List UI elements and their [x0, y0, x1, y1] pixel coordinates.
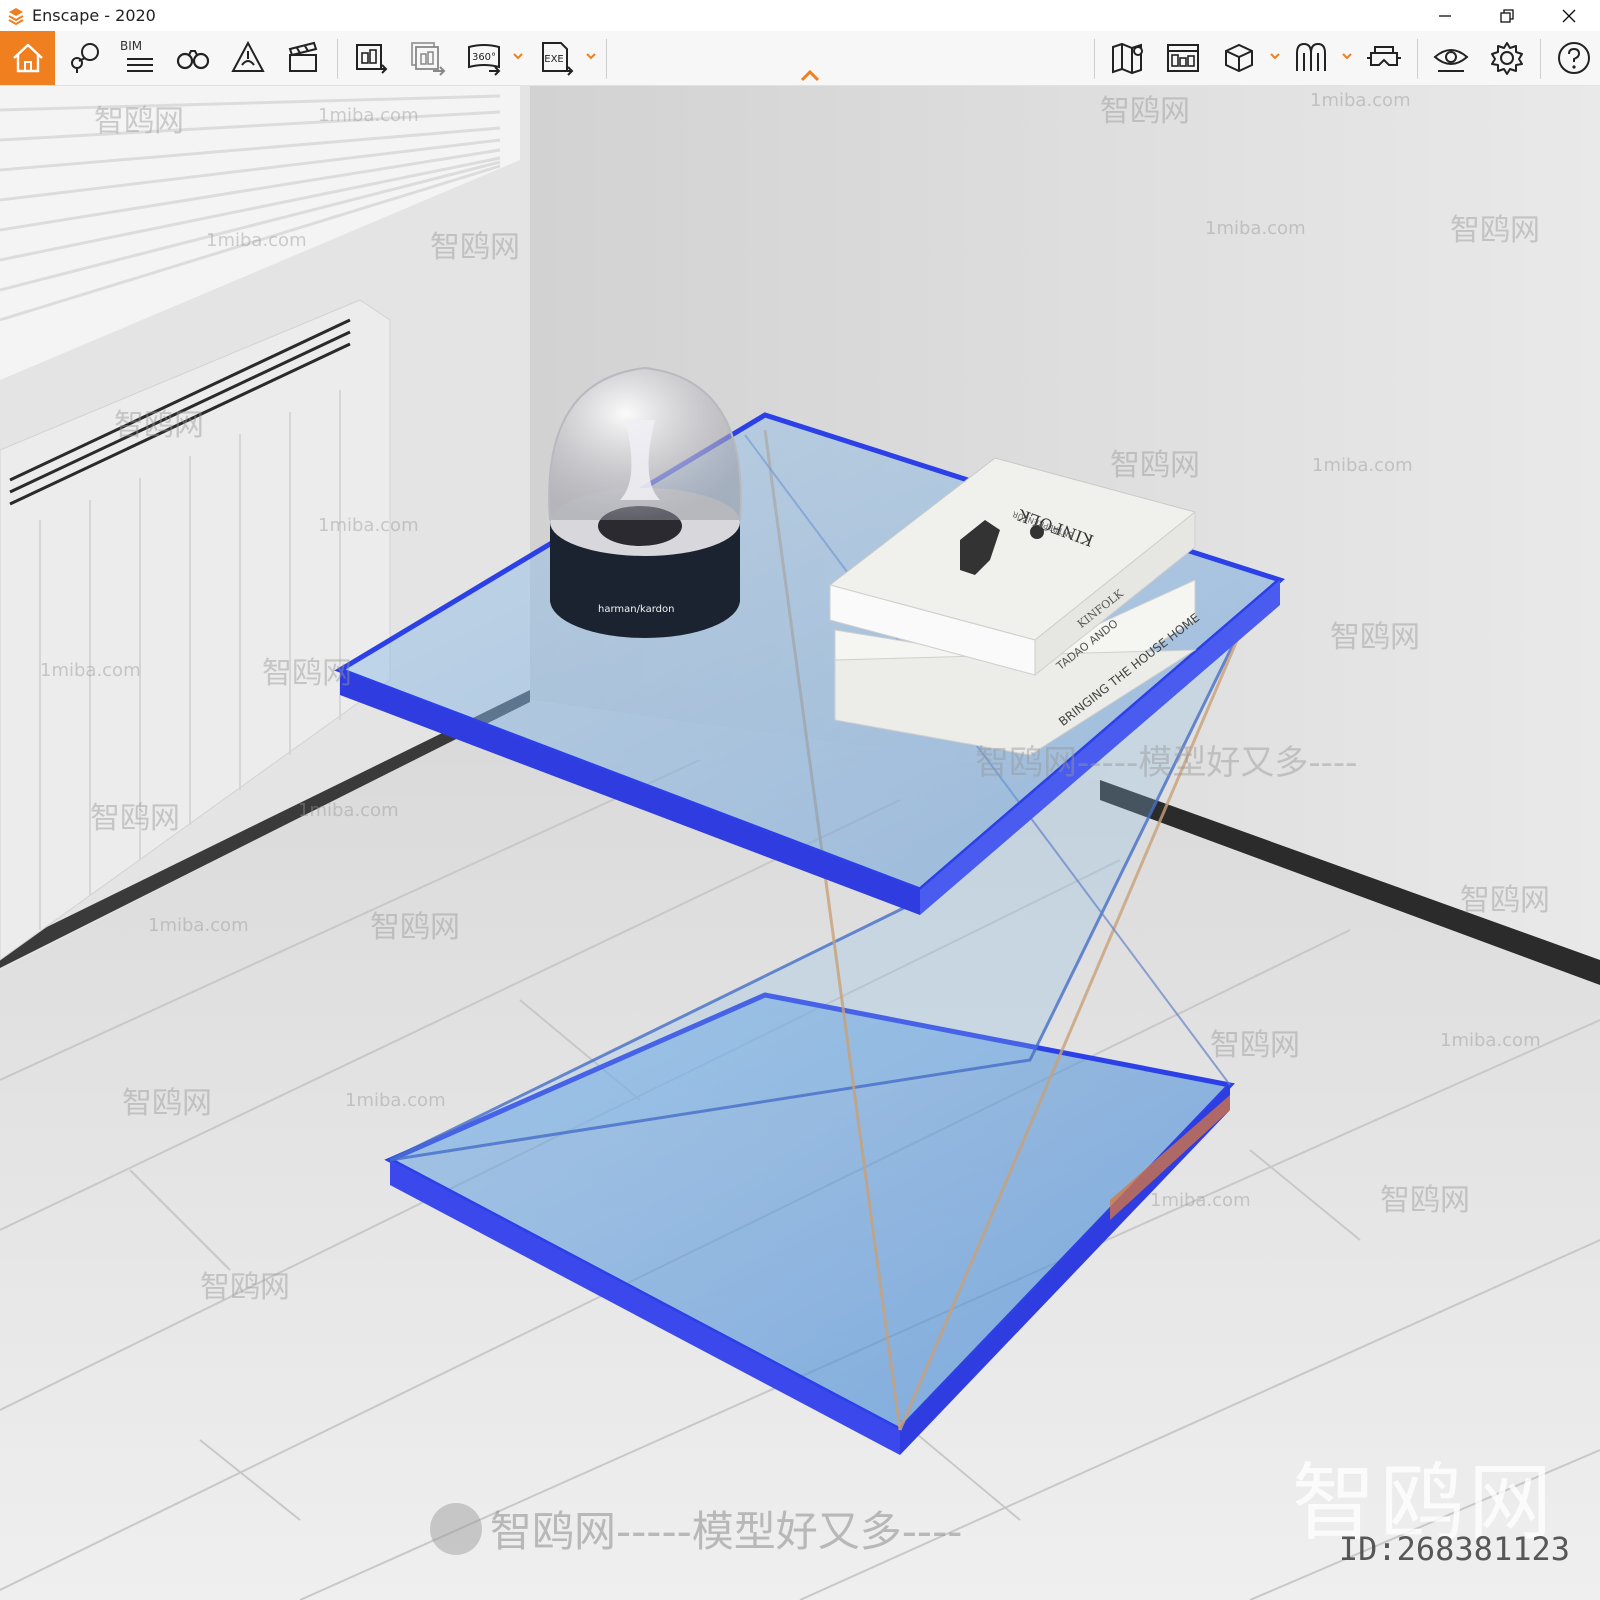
- watermark-brand: 智鸥网: [90, 801, 180, 836]
- title-bar: Enscape - 2020: [0, 0, 1600, 31]
- watermark-brand: 智鸥网: [1460, 883, 1550, 918]
- export-panorama-button[interactable]: 360°: [458, 33, 510, 83]
- minimize-button[interactable]: [1414, 0, 1476, 31]
- badge-exe-text: EXE: [544, 54, 564, 65]
- watermark-site: 1miba.com: [1310, 90, 1411, 111]
- watermark-brand: 智鸥网: [122, 1086, 212, 1121]
- chevron-down-icon[interactable]: [1268, 49, 1282, 63]
- restore-button[interactable]: [1476, 0, 1538, 31]
- chevron-down-icon[interactable]: [584, 49, 598, 63]
- collapse-toolbar-chevron-icon[interactable]: [796, 66, 824, 84]
- vr-headset-icon: [1367, 46, 1401, 66]
- scene-render: harman/kardon KINFOLK ENTREPRENEUR KINFO…: [0, 86, 1600, 1600]
- settings-button[interactable]: [1481, 33, 1533, 83]
- watermark-slogan: 智鸥网-----模型好又多----: [975, 743, 1358, 783]
- export-image-button[interactable]: [345, 33, 397, 83]
- cube-icon: [1225, 43, 1253, 73]
- export-360-icon: 360°: [468, 44, 501, 76]
- watermark-site: 1miba.com: [298, 800, 399, 821]
- help-icon: [1558, 42, 1590, 74]
- watermark-brand: 智鸥网: [262, 656, 352, 691]
- watermark-site: 1miba.com: [1205, 218, 1306, 239]
- map-icon: [1112, 42, 1143, 75]
- watermark-brand: 智鸥网: [370, 910, 460, 945]
- export-image-icon: [356, 44, 388, 74]
- export-exe-button[interactable]: EXE: [530, 33, 582, 83]
- watermark-slogan-bottom-text: 智鸥网-----模型好又多----: [490, 1507, 963, 1556]
- watermark-site: 1miba.com: [345, 1090, 446, 1111]
- watermark-brand: 智鸥网: [1380, 1183, 1470, 1218]
- badge-360-text: 360°: [472, 52, 496, 63]
- watermark-site: 1miba.com: [40, 660, 141, 681]
- chevron-down-icon[interactable]: [511, 49, 525, 63]
- map-button[interactable]: [1102, 33, 1154, 83]
- watermark-brand: 智鸥网: [1330, 620, 1420, 655]
- light-view-button[interactable]: [222, 33, 274, 83]
- binoculars-icon: [176, 50, 210, 70]
- watermark-id: ID:268381123: [1338, 1530, 1570, 1568]
- home-button[interactable]: [0, 31, 55, 85]
- material-editor-button[interactable]: [1285, 33, 1337, 83]
- close-icon: [1562, 9, 1576, 22]
- eye-icon: [1433, 49, 1469, 72]
- restore-icon: [1500, 8, 1514, 23]
- watermark-slogan-bottom: 智鸥网-----模型好又多----: [430, 1498, 962, 1559]
- minimize-icon: [1439, 14, 1451, 17]
- watermark-brand: 智鸥网: [430, 230, 520, 265]
- visual-settings-button[interactable]: [1425, 33, 1477, 83]
- watermark-brand: 智鸥网: [1110, 448, 1200, 483]
- chevron-down-icon[interactable]: [1340, 49, 1354, 63]
- view-management-button[interactable]: [58, 33, 110, 83]
- window-title: Enscape - 2020: [32, 6, 156, 25]
- export-batch-icon: [411, 42, 446, 76]
- sun-cone-icon: [231, 40, 265, 72]
- help-button[interactable]: [1548, 33, 1600, 83]
- watermark-brand: 智鸥网: [114, 408, 204, 443]
- watermark-site: 1miba.com: [318, 105, 419, 126]
- map-pin-icon: [71, 43, 99, 73]
- walk-mode-button[interactable]: [167, 33, 219, 83]
- material-icon: [1296, 42, 1326, 71]
- watermark-site: 1miba.com: [206, 230, 307, 251]
- home-icon: [12, 43, 43, 73]
- batch-render-button[interactable]: [402, 33, 454, 83]
- render-viewport[interactable]: harman/kardon KINFOLK ENTREPRENEUR KINFO…: [0, 86, 1600, 1600]
- bim-button[interactable]: [112, 33, 164, 83]
- watermark-site: 1miba.com: [1440, 1030, 1541, 1051]
- watermark-brand: 智鸥网: [1100, 94, 1190, 129]
- export-exe-icon: EXE: [542, 42, 574, 76]
- close-button[interactable]: [1538, 0, 1600, 31]
- model-view-button[interactable]: [1213, 33, 1265, 83]
- watermark-brand: 智鸥网: [94, 104, 184, 139]
- watermark-site: 1miba.com: [318, 515, 419, 536]
- speaker-brand-text: harman/kardon: [598, 604, 674, 615]
- asset-library-button[interactable]: [1157, 33, 1209, 83]
- enscape-logo-icon: [8, 7, 24, 25]
- watermark-site: 1miba.com: [148, 915, 249, 936]
- clapperboard-icon: [288, 41, 318, 72]
- watermark-brand: 智鸥网: [200, 1270, 290, 1305]
- watermark-site: 1miba.com: [1150, 1190, 1251, 1211]
- asset-library-icon: [1167, 44, 1199, 72]
- watermark-logo-icon: [430, 1502, 482, 1555]
- watermark-site: 1miba.com: [1312, 455, 1413, 476]
- bim-list-icon: [127, 58, 153, 72]
- video-editor-button[interactable]: [277, 33, 329, 83]
- watermark-brand: 智鸥网: [1210, 1028, 1300, 1063]
- gear-icon: [1491, 42, 1523, 75]
- watermark-brand: 智鸥网: [1450, 213, 1540, 248]
- vr-button[interactable]: [1358, 33, 1410, 83]
